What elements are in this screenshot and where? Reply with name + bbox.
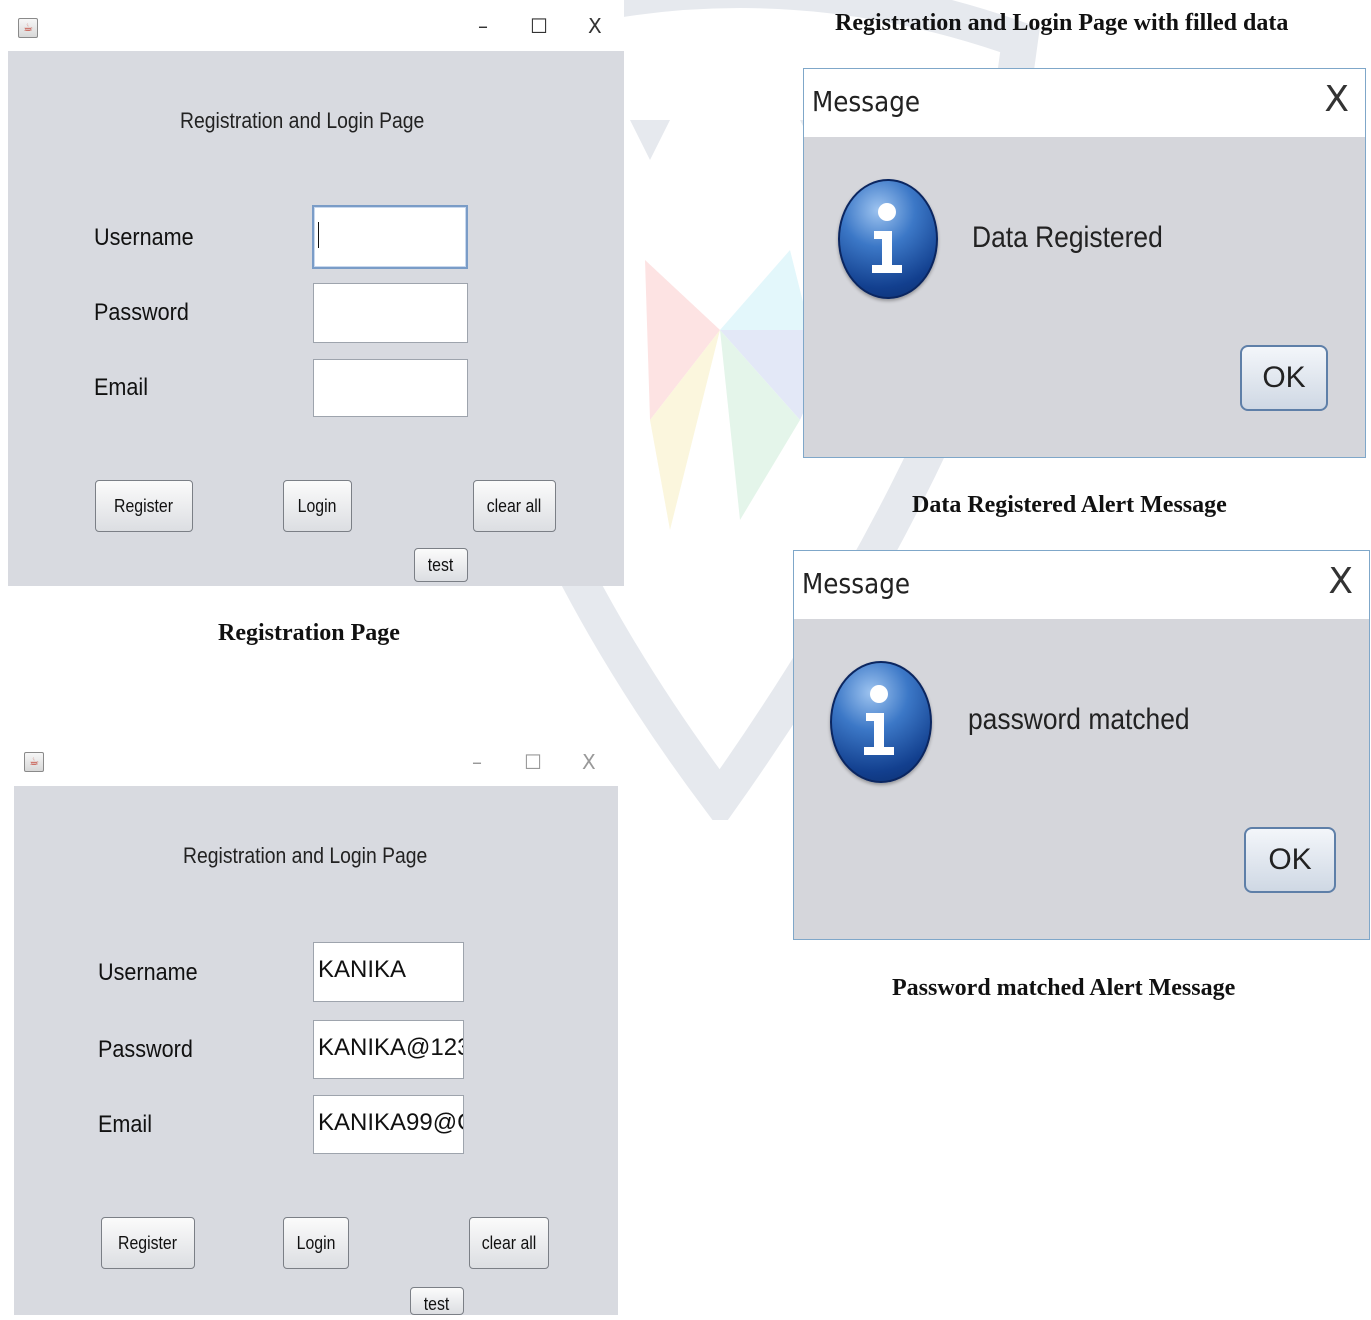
username-label: Username (98, 959, 198, 986)
minimize-button[interactable]: – (478, 14, 488, 38)
ok-button[interactable]: OK (1244, 827, 1336, 893)
page-title: Registration and Login Page (180, 108, 425, 133)
register-label: Register (118, 1233, 178, 1253)
email-label: Email (98, 1111, 153, 1138)
window-titlebar: ☕ – ☐ X (8, 0, 624, 51)
test-button[interactable]: test (410, 1287, 464, 1315)
java-app-icon: ☕ (18, 18, 38, 38)
test-label: test (424, 1294, 450, 1314)
dialog-close-button[interactable]: X (1324, 79, 1349, 120)
dialog-message: password matched (968, 703, 1190, 736)
login-button[interactable]: Login (283, 480, 352, 532)
message-dialog-matched: Message X password matched OK (793, 550, 1370, 940)
login-label: Login (298, 496, 337, 516)
info-icon-dot (878, 203, 896, 221)
dialog-titlebar: Message X (804, 69, 1365, 137)
dialog-title: Message (802, 567, 910, 600)
register-button[interactable]: Register (95, 480, 193, 532)
caption-filled-data: Registration and Login Page with filled … (835, 10, 1289, 36)
dialog-title: Message (812, 85, 920, 118)
info-icon (838, 179, 938, 299)
registration-window-empty: ☕ – ☐ X Registration and Login Page User… (8, 0, 624, 586)
email-input[interactable]: KANIKA99@GI (313, 1095, 464, 1154)
caption-password-matched: Password matched Alert Message (892, 975, 1236, 1001)
email-label: Email (94, 374, 149, 401)
username-label: Username (94, 224, 194, 251)
dialog-titlebar: Message X (794, 551, 1369, 619)
maximize-button[interactable]: ☐ (530, 14, 548, 38)
maximize-button[interactable]: ☐ (524, 750, 542, 774)
message-dialog-registered: Message X Data Registered OK (803, 68, 1366, 458)
close-button[interactable]: X (588, 14, 602, 38)
dialog-message: Data Registered (972, 221, 1163, 254)
text-caret (318, 221, 319, 248)
username-input[interactable]: KANIKA (313, 942, 464, 1002)
password-input[interactable] (313, 283, 468, 343)
close-button[interactable]: X (582, 750, 596, 774)
clear-all-label: clear all (487, 496, 542, 516)
dialog-close-button[interactable]: X (1328, 561, 1353, 602)
minimize-button[interactable]: – (472, 750, 482, 774)
java-app-icon: ☕ (24, 752, 44, 772)
ok-button[interactable]: OK (1240, 345, 1328, 411)
login-label: Login (296, 1233, 336, 1253)
register-button[interactable]: Register (101, 1217, 195, 1269)
password-label: Password (98, 1036, 193, 1063)
email-input[interactable] (313, 359, 468, 417)
password-input[interactable]: KANIKA@123 (313, 1020, 464, 1079)
page-title: Registration and Login Page (183, 843, 428, 868)
username-input[interactable] (312, 205, 468, 269)
clear-all-button[interactable]: clear all (473, 480, 556, 532)
info-icon-stem (864, 713, 894, 755)
registration-window-filled: ☕ – ☐ X Registration and Login Page User… (14, 734, 618, 1315)
test-label: test (428, 555, 454, 575)
password-label: Password (94, 299, 189, 326)
login-button[interactable]: Login (283, 1217, 349, 1269)
clear-all-button[interactable]: clear all (469, 1217, 549, 1269)
info-icon (830, 661, 932, 783)
register-label: Register (114, 496, 174, 516)
clear-all-label: clear all (481, 1233, 537, 1253)
caption-registration-page: Registration Page (218, 620, 400, 646)
window-client-area: Registration and Login Page Username Pas… (8, 51, 624, 586)
test-button[interactable]: test (414, 548, 468, 582)
window-client-area: Registration and Login Page Username KAN… (14, 786, 618, 1315)
info-icon-stem (872, 231, 902, 273)
caption-data-registered: Data Registered Alert Message (912, 492, 1227, 518)
info-icon-dot (870, 685, 888, 703)
window-titlebar: ☕ – ☐ X (14, 734, 618, 786)
